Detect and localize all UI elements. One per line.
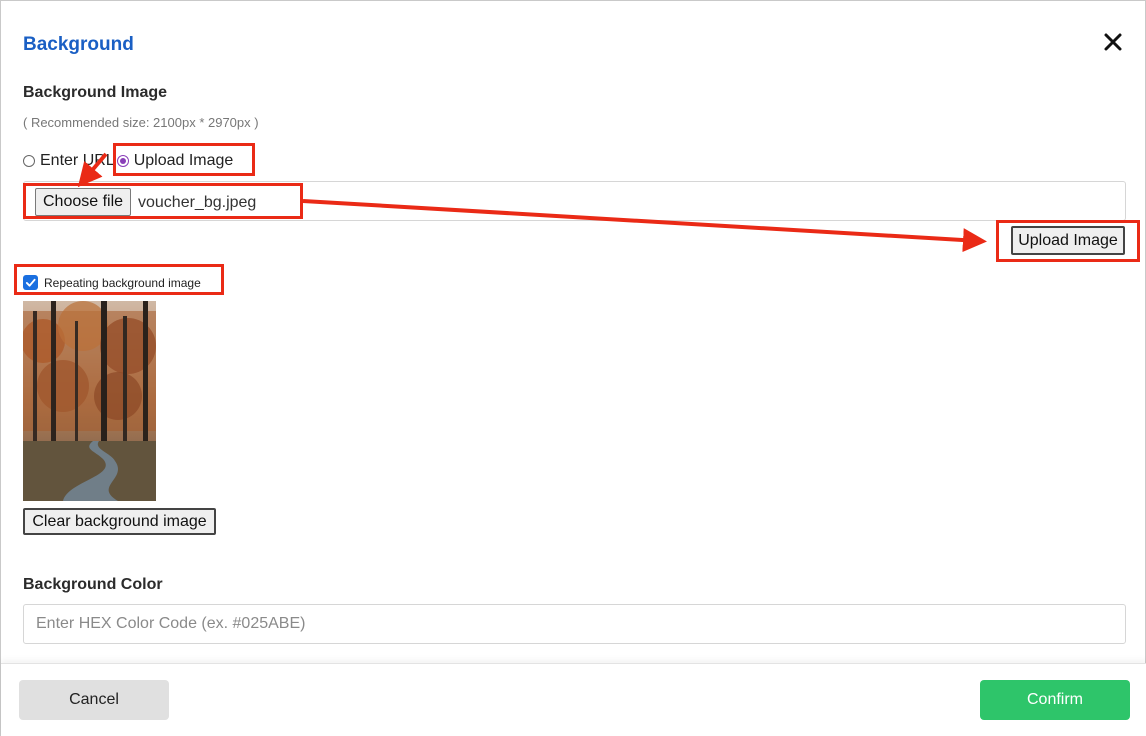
hex-color-input[interactable] [23,604,1126,644]
cancel-button[interactable]: Cancel [19,680,169,720]
clear-background-image-button[interactable]: Clear background image [23,508,216,535]
recommended-size-hint: ( Recommended size: 2100px * 2970px ) [23,115,259,130]
highlight-upload-button [996,220,1140,262]
background-color-label: Background Color [23,576,163,593]
confirm-button[interactable]: Confirm [980,680,1130,720]
highlight-upload-image-option [113,143,255,176]
dialog-footer [1,663,1146,736]
background-image-preview [23,301,156,501]
highlight-choose-file [23,183,303,219]
dialog-title: Background [23,34,134,55]
background-image-label: Background Image [23,84,168,101]
enter-url-radio[interactable] [23,155,35,167]
enter-url-label[interactable]: Enter URL [40,152,115,170]
background-dialog: Background Background Image ( Recommende… [0,0,1146,736]
highlight-repeat-option [14,264,224,295]
close-icon[interactable] [1101,30,1125,54]
